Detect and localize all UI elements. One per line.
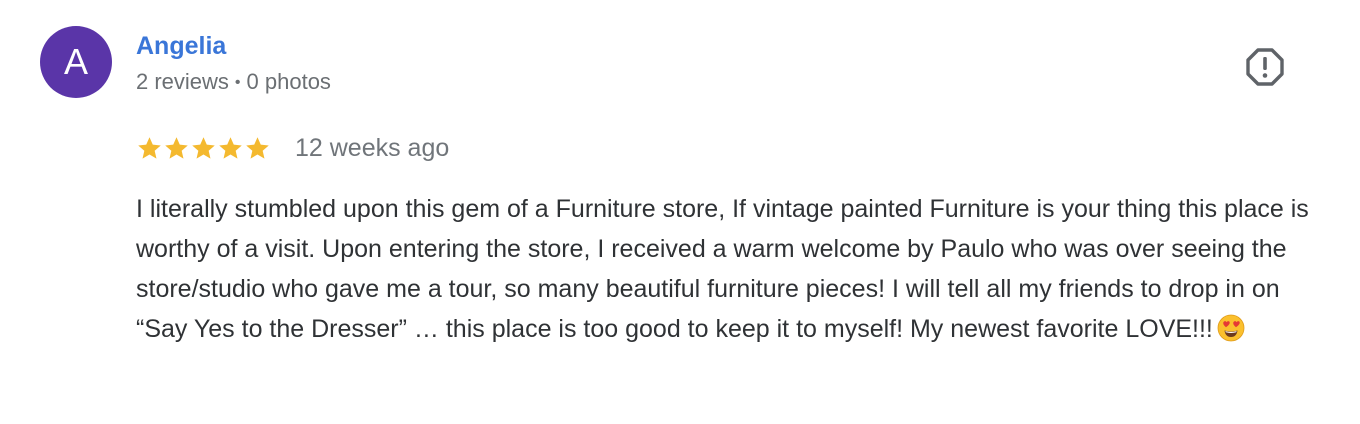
report-flag-icon: [1246, 48, 1284, 86]
rating-row: 12 weeks ago: [136, 130, 449, 166]
avatar[interactable]: A: [40, 26, 112, 98]
star-icon: [138, 136, 161, 159]
meta-separator: •: [234, 74, 241, 91]
review-date: 12 weeks ago: [295, 134, 450, 162]
star-icon: [192, 136, 215, 159]
heart-eyes-emoji-icon: [1217, 314, 1245, 354]
star-icon: [219, 136, 242, 159]
avatar-initial: A: [63, 41, 88, 82]
report-review-button[interactable]: [1240, 44, 1290, 90]
star-icon: [246, 136, 269, 159]
reviewer-meta: 2 reviews • 0 photos: [136, 68, 331, 97]
reviewer-name-link[interactable]: Angelia: [136, 30, 226, 62]
review-body: I literally stumbled upon this gem of a …: [136, 189, 1326, 354]
reviews-count: 2 reviews: [136, 69, 229, 94]
star-rating: [136, 135, 271, 162]
review-card: A Angelia 2 reviews • 0 photos 12 weeks ag…: [0, 0, 1360, 424]
star-icon: [165, 136, 188, 159]
review-text: I literally stumbled upon this gem of a …: [136, 195, 1309, 343]
photos-count: 0 photos: [246, 69, 331, 94]
